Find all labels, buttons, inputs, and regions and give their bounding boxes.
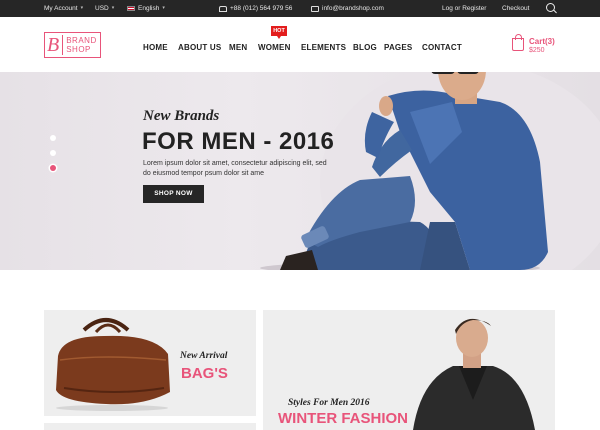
phone-info: +88 (012) 564 979 56 xyxy=(219,0,292,17)
promo-strip xyxy=(44,423,256,430)
search-icon[interactable] xyxy=(546,3,555,12)
slider-dot-3[interactable] xyxy=(50,165,56,171)
nav-home[interactable]: HOME xyxy=(143,42,168,54)
chevron-down-icon: ▾ xyxy=(80,5,84,11)
language-dropdown[interactable]: English ▾ xyxy=(127,0,165,17)
mail-icon xyxy=(311,5,319,12)
fashion-title: WINTER FASHION xyxy=(278,410,408,427)
my-account-label: My Account xyxy=(44,5,78,12)
hero-description: Lorem ipsum dolor sit amet, consectetur … xyxy=(143,160,327,177)
currency-label: USD xyxy=(95,5,109,12)
slider-dot-1[interactable] xyxy=(50,135,56,141)
bags-title: BAG'S xyxy=(181,365,228,382)
my-account-dropdown[interactable]: My Account ▾ xyxy=(44,0,83,17)
flag-icon xyxy=(127,6,135,11)
header: B BRAND SHOP HOME ABOUT US MEN WOMEN ELE… xyxy=(0,17,600,72)
shop-now-button[interactable]: SHOP NOW xyxy=(143,185,204,203)
nav-about-us[interactable]: ABOUT US xyxy=(178,42,221,54)
main-nav: HOME ABOUT US MEN WOMEN ELEMENTS BLOG PA… xyxy=(0,42,600,54)
phone-icon xyxy=(219,5,227,12)
checkout-link[interactable]: Checkout xyxy=(502,0,529,17)
cart-total: $250 xyxy=(529,47,545,54)
bags-kicker: New Arrival xyxy=(180,351,228,361)
promo-bags-banner[interactable]: New Arrival BAG'S xyxy=(44,310,256,416)
email-info[interactable]: info@brandshop.com xyxy=(311,0,384,17)
nav-men[interactable]: MEN xyxy=(229,42,247,54)
login-link[interactable]: Log or Register xyxy=(442,0,486,17)
shopping-bag-icon xyxy=(512,34,524,51)
nav-elements[interactable]: ELEMENTS xyxy=(301,42,346,54)
fashion-kicker: Styles For Men 2016 xyxy=(288,398,370,408)
hero-kicker: New Brands xyxy=(143,108,220,124)
hero-slider: New Brands FOR MEN - 2016 Lorem ipsum do… xyxy=(0,72,600,270)
phone-number: +88 (012) 564 979 56 xyxy=(230,5,293,12)
nav-blog[interactable]: BLOG xyxy=(353,42,377,54)
nav-contact[interactable]: CONTACT xyxy=(422,42,462,54)
chevron-down-icon: ▾ xyxy=(162,5,165,11)
nav-pages[interactable]: PAGES xyxy=(384,42,412,54)
promo-winter-fashion-banner[interactable]: Styles For Men 2016 WINTER FASHION xyxy=(263,310,555,430)
currency-dropdown[interactable]: USD ▾ xyxy=(95,0,114,17)
slider-dot-2[interactable] xyxy=(50,150,56,156)
top-bar: My Account ▾ USD ▾ English ▾ +88 (012) 5… xyxy=(0,0,600,17)
hero-title: FOR MEN - 2016 xyxy=(142,128,335,155)
login-label: Log or Register xyxy=(442,5,487,12)
checkout-label: Checkout xyxy=(502,5,530,12)
cart-button[interactable]: Cart(3) $250 xyxy=(512,34,562,56)
hot-badge: HOT xyxy=(271,26,287,39)
nav-women[interactable]: WOMEN xyxy=(258,42,291,54)
bag-image xyxy=(56,318,170,411)
chevron-down-icon: ▾ xyxy=(111,5,115,11)
language-label: English xyxy=(138,5,160,12)
cart-label: Cart(3) xyxy=(529,37,555,46)
email-address: info@brandshop.com xyxy=(322,5,384,12)
